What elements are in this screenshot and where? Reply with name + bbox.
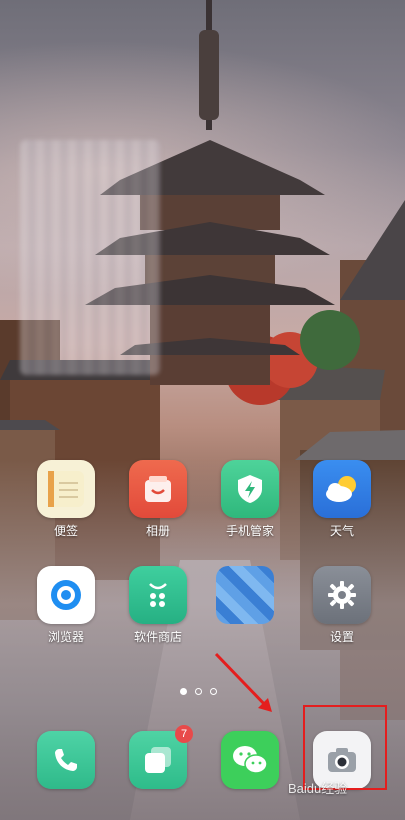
phone-icon xyxy=(55,749,77,771)
dock-wechat-icon[interactable] xyxy=(221,731,279,789)
settings-app-icon[interactable] xyxy=(313,566,371,624)
blurred-app-icon[interactable] xyxy=(216,566,274,624)
notes-app-label: 便签 xyxy=(53,524,78,538)
notes-icon xyxy=(48,471,84,507)
page-dot-1[interactable] xyxy=(180,688,187,695)
phone-manager-app-icon[interactable] xyxy=(221,460,279,518)
browser-app-icon[interactable] xyxy=(37,566,95,624)
weather-icon xyxy=(326,476,356,502)
shield-icon xyxy=(238,475,262,503)
dock-phone-icon[interactable] xyxy=(37,731,95,789)
multitask-icon xyxy=(145,747,171,773)
store-icon xyxy=(149,583,167,607)
notes-app-icon[interactable] xyxy=(37,460,95,518)
gallery-app-label: 相册 xyxy=(145,524,170,538)
blurred-clock-widget xyxy=(20,140,160,375)
notification-badge: 7 xyxy=(175,725,193,743)
browser-icon xyxy=(51,580,81,610)
gallery-app-icon[interactable] xyxy=(129,460,187,518)
wallpaper xyxy=(0,0,405,820)
dock-multitask-icon[interactable]: 7 xyxy=(129,725,193,789)
page-dot-2[interactable] xyxy=(195,688,202,695)
browser-app-label: 浏览器 xyxy=(47,630,84,644)
app-store-app-label: 软件商店 xyxy=(133,630,182,644)
gallery-icon xyxy=(145,476,171,502)
wechat-icon xyxy=(233,746,268,774)
settings-app-label: 设置 xyxy=(329,630,354,644)
weather-app-icon[interactable] xyxy=(313,460,371,518)
annotation-arrow xyxy=(214,652,272,712)
phone-manager-app-label: 手机管家 xyxy=(225,524,274,538)
gear-icon xyxy=(328,581,356,609)
app-store-app-icon[interactable] xyxy=(129,566,187,624)
watermark: Baidu经验 xyxy=(288,781,348,796)
weather-app-label: 天气 xyxy=(329,524,354,538)
